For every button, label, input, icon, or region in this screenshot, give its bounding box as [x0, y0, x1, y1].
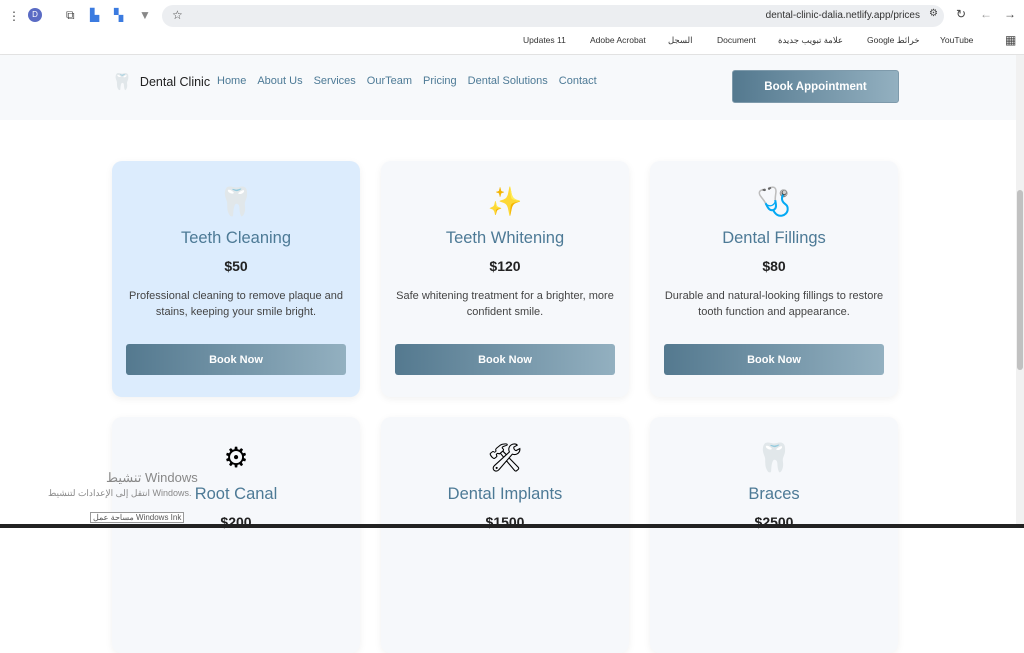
menu-icon[interactable]: ⋮	[8, 9, 20, 23]
url-text[interactable]: dental-clinic-dalia.netlify.app/prices	[766, 10, 920, 21]
scrollbar-thumb[interactable]	[1017, 190, 1023, 370]
address-bar[interactable]: ☆ dental-clinic-dalia.netlify.app/prices…	[162, 5, 944, 27]
vpn-icon[interactable]: ▼	[139, 8, 151, 22]
price-card: 🩺 Dental Fillings $80 Durable and natura…	[650, 161, 898, 397]
taskbar	[0, 524, 1024, 528]
service-price: $80	[762, 258, 786, 274]
star-icon[interactable]: ☆	[172, 8, 183, 22]
bookmark[interactable]: Updates 11	[523, 35, 566, 45]
stethoscope-icon: 🩺	[756, 186, 792, 217]
browser-chrome: ⋮ D ⧉ ▙ ▚ ▼ ☆ dental-clinic-dalia.netlif…	[0, 0, 1024, 55]
book-appointment-button[interactable]: Book Appointment	[732, 70, 899, 103]
book-now-button[interactable]: Book Now	[664, 344, 884, 375]
price-card: 🦷 Braces $2500	[650, 417, 898, 653]
nav-solutions[interactable]: Dental Solutions	[468, 75, 548, 87]
bookmark[interactable]: السجل	[668, 35, 692, 46]
tooth-logo-icon: 🦷	[112, 74, 132, 91]
nav-team[interactable]: OurTeam	[367, 75, 412, 87]
bookmark[interactable]: علامة تبويب جديدة	[778, 35, 843, 46]
tooth-icon: 🦷	[756, 442, 792, 473]
extensions-icon[interactable]: ⧉	[66, 8, 75, 23]
extension-icon[interactable]: ▙	[90, 8, 99, 22]
tools-icon: 🛠	[487, 442, 523, 473]
sparkles-icon: ✨	[487, 186, 523, 217]
book-now-button[interactable]: Book Now	[395, 344, 615, 375]
site-settings-icon[interactable]: ⚙	[929, 8, 938, 19]
service-title: Braces	[748, 485, 800, 503]
bookmark[interactable]: Document	[717, 35, 756, 45]
bookmark[interactable]: Adobe Acrobat	[590, 35, 646, 45]
back-icon[interactable]: ←	[980, 7, 992, 21]
service-description: Professional cleaning to remove plaque a…	[128, 290, 344, 318]
service-description: Durable and natural-looking fillings to …	[664, 290, 884, 318]
translate-icon[interactable]: ▚	[114, 8, 123, 22]
profile-avatar[interactable]: D	[28, 8, 42, 22]
nav-services[interactable]: Services	[314, 75, 356, 87]
price-card: ⚙ Root Canal $200	[112, 417, 360, 653]
brand[interactable]: 🦷 Dental Clinic	[112, 72, 210, 92]
bookmark[interactable]: YouTube	[940, 35, 973, 45]
book-now-button[interactable]: Book Now	[126, 344, 346, 375]
scrollbar[interactable]	[1016, 55, 1024, 528]
nav-spacer	[0, 108, 1016, 120]
brand-name: Dental Clinic	[139, 75, 211, 89]
service-price: $120	[489, 258, 521, 274]
price-card: 🛠 Dental Implants $1500	[381, 417, 629, 653]
windows-ink-tooltip: مساحة عمل Windows Ink	[90, 512, 185, 523]
service-title: Dental Implants	[447, 485, 563, 503]
site-navbar: 🦷 Dental Clinic Home About Us Services Ou…	[0, 55, 1016, 108]
reload-icon[interactable]: ↻	[956, 7, 966, 21]
service-title: Teeth Whitening	[445, 229, 565, 247]
bookmark[interactable]: Google خرائط	[867, 35, 920, 46]
price-card: ✨ Teeth Whitening $120 Safe whitening tr…	[381, 161, 629, 397]
service-title: Teeth Cleaning	[180, 229, 292, 247]
activation-watermark-text: انتقل إلى الإعدادات لتنشيط Windows.	[48, 488, 192, 498]
nav-about[interactable]: About Us	[257, 75, 302, 87]
nav-home[interactable]: Home	[217, 75, 246, 87]
tooth-icon: 🦷	[218, 186, 254, 217]
service-price: $50	[224, 258, 248, 274]
service-description: Safe whitening treatment for a brighter,…	[396, 290, 614, 318]
nav-contact[interactable]: Contact	[559, 75, 597, 87]
apps-icon[interactable]: ▦	[1005, 33, 1016, 47]
forward-icon[interactable]: →	[1004, 7, 1016, 21]
service-title: Dental Fillings	[722, 229, 826, 247]
nav-pricing[interactable]: Pricing	[423, 75, 457, 87]
price-card: 🦷 Teeth Cleaning $50 Professional cleani…	[112, 161, 360, 397]
activation-watermark-title: تنشيط Windows	[106, 470, 198, 485]
